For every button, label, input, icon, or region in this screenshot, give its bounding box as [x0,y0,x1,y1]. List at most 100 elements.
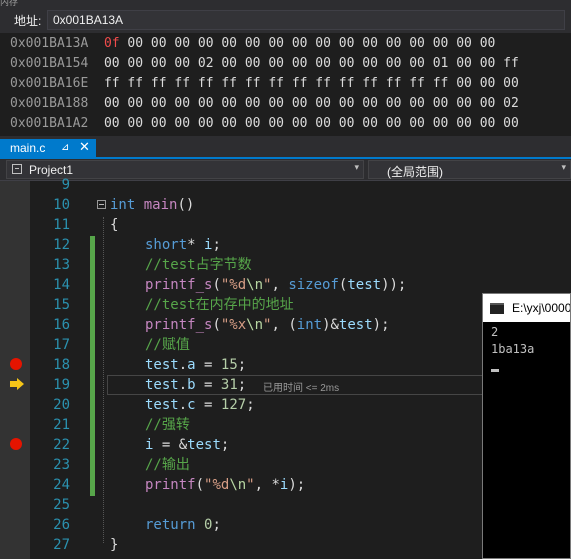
memory-byte: 00 [338,116,355,131]
address-bar: 地址: 0x001BA13A [0,8,571,33]
close-icon[interactable]: ✕ [79,140,90,155]
memory-byte: 00 [503,76,519,91]
memory-byte: 00 [244,36,261,51]
memory-byte: 00 [221,96,238,111]
memory-byte: 00 [221,56,238,71]
memory-byte: 00 [315,36,331,51]
code-line: { [110,217,119,233]
memory-byte: 00 [362,96,378,111]
code-comment: //赋值 [145,337,190,353]
execution-arrow-icon[interactable] [10,378,24,390]
console-title: E:\yxj\0000 [512,301,570,315]
memory-byte: 00 [409,36,425,51]
memory-byte: 00 [409,56,425,71]
memory-byte: 00 [362,56,378,71]
scope-name: (全局范围) [387,165,443,179]
memory-byte: 00 [244,116,261,131]
memory-byte: 00 [221,116,238,131]
pin-icon[interactable]: ⊿ [61,142,69,153]
line-number: 14 [53,277,70,293]
memory-window-title: 内存 [0,0,19,8]
tab-main-c[interactable]: main.c ⊿ ✕ [0,139,96,159]
memory-byte: ff [315,76,331,91]
memory-byte: ff [362,76,378,91]
memory-byte: 00 [174,116,191,131]
memory-byte: 00 [479,36,496,51]
memory-byte: ff [244,76,261,91]
code-line: short* i; [145,237,221,253]
memory-row: 0x001BA1A2 00 00 00 00 00 00 00 00 00 00… [10,114,519,134]
memory-byte: ff [503,56,519,71]
memory-byte: 00 [315,56,331,71]
collapse-icon[interactable] [97,200,106,209]
memory-byte: 00 [291,36,308,51]
breakpoint-icon[interactable] [10,438,22,450]
memory-byte: ff [291,76,308,91]
line-number: 16 [53,317,70,333]
console-window[interactable]: E:\yxj\0000 2 1ba13a [482,293,571,559]
scope-dropdown[interactable]: (全局范围) ▾ [368,160,571,179]
code-comment: //输出 [145,457,190,473]
memory-byte: ff [127,76,144,91]
memory-byte: 00 [244,56,261,71]
memory-view[interactable]: 0x001BA13A 0f 00 00 00 00 00 00 00 00 00… [0,33,571,136]
memory-byte: 00 [385,36,402,51]
memory-byte: 00 [432,36,449,51]
code-line: } [110,537,119,553]
line-number: 15 [53,297,70,313]
memory-byte: 00 [479,96,496,111]
indicator-margin[interactable] [0,181,30,559]
memory-byte: 00 [385,116,402,131]
line-number: 17 [53,337,70,353]
line-number: 21 [53,417,70,433]
code-comment: //test占字节数 [145,257,252,273]
memory-row: 0x001BA154 00 00 00 00 02 00 00 00 00 00… [10,54,519,74]
memory-byte: 00 [479,116,496,131]
line-number: 9 [61,177,70,193]
address-value: 0x001BA13A [53,13,124,27]
address-input[interactable]: 0x001BA13A [47,10,565,30]
memory-byte: 00 [432,96,449,111]
memory-byte: 00 [456,116,472,131]
memory-byte: 00 [385,56,402,71]
project-icon [12,164,22,174]
code-line: return 0; [145,517,221,533]
memory-byte: 00 [268,56,284,71]
line-number: 22 [53,437,70,453]
memory-byte: 00 [150,96,167,111]
perf-tip[interactable]: 已用时间 <= 2ms [263,379,339,394]
breakpoint-icon[interactable] [10,358,22,370]
line-number: 27 [53,537,70,553]
memory-byte: ff [409,76,425,91]
memory-byte: 00 [127,36,144,51]
code-line: test.c = 127; [145,397,255,413]
memory-address: 0x001BA13A [10,36,89,51]
address-label: 地址: [14,14,42,28]
memory-byte: 00 [456,56,472,71]
line-number: 11 [53,217,70,233]
memory-byte: 00 [456,96,472,111]
memory-byte: 00 [362,36,378,51]
line-number: 18 [53,357,70,373]
indent-guide [103,217,105,543]
memory-byte: 02 [197,56,214,71]
console-output-line: 2 [491,325,499,339]
memory-byte: 00 [479,56,496,71]
code-line: int main() [110,197,195,213]
console-output-line: 1ba13a [491,342,535,356]
memory-byte: 00 [268,96,284,111]
line-number: 19 [53,377,70,393]
chevron-down-icon: ▾ [354,163,359,173]
navigation-bar: Project1 ▾ (全局范围) ▾ [0,159,571,181]
code-comment: //强转 [145,417,190,433]
memory-address: 0x001BA188 [10,96,89,111]
memory-byte: 00 [174,96,191,111]
line-number: 26 [53,517,70,533]
code-comment: //test在内存中的地址 [145,297,294,313]
memory-byte: 00 [127,116,144,131]
memory-byte: ff [338,76,355,91]
code-line: printf("%d\n", *i); [145,477,306,493]
console-titlebar[interactable]: E:\yxj\0000 [483,294,570,322]
memory-byte: ff [197,76,214,91]
memory-byte: 00 [174,56,191,71]
